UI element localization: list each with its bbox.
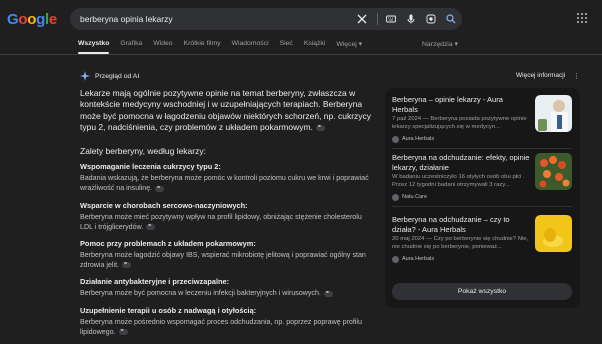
logo-letter: g: [36, 11, 45, 28]
link-icon[interactable]: [146, 221, 156, 231]
search-input[interactable]: berberyna opinia lekarzy: [80, 14, 353, 24]
source-thumbnail[interactable]: [535, 95, 572, 132]
ai-overview-content: Lekarze mają ogólnie pozytywne opinie na…: [80, 88, 375, 344]
google-logo[interactable]: Google: [7, 11, 57, 28]
item-body: Badania wskazują, że berberyna może pomó…: [80, 174, 369, 193]
item-title: Działanie antybakteryjne i przeciwzapaln…: [80, 277, 230, 287]
microphone-icon[interactable]: [402, 10, 420, 28]
ai-overview-header: Przegląd od AI: [80, 71, 139, 81]
ai-intro: Lekarze mają ogólnie pozytywne opinie na…: [80, 88, 375, 133]
search-icon[interactable]: [442, 10, 460, 28]
item-title: Wsparcie w chorobach sercowo-naczyniowyc…: [80, 200, 248, 210]
ai-overview-title: Przegląd od AI: [95, 72, 140, 80]
source-site: Aura Herbals: [392, 135, 572, 143]
more-info-link[interactable]: Więcej informacji: [516, 72, 565, 79]
header-divider: [0, 54, 602, 55]
site-favicon: [392, 255, 399, 263]
source-title[interactable]: Berberyna – opinie lekarzy - Aura Herbal…: [392, 95, 530, 114]
item-text: Berberyna może pośrednio wspomagać proce…: [80, 317, 375, 337]
item-title: Uzupełnienie terapii u osób z nadwagą i …: [80, 305, 257, 315]
logo-letter: o: [27, 11, 37, 28]
list-item: Wsparcie w chorobach sercowo-naczyniowyc…: [80, 201, 375, 232]
tab-videos[interactable]: Wideo: [153, 40, 172, 54]
tab-all[interactable]: Wszystko: [78, 40, 110, 54]
card-divider: [392, 148, 572, 149]
lens-icon[interactable]: [422, 10, 440, 28]
keyboard-icon[interactable]: [382, 10, 400, 28]
list-item: Wspomaganie leczenia cukrzycy typu 2: Ba…: [80, 162, 375, 193]
site-favicon: [392, 193, 399, 201]
source-site: Natu.Care: [392, 193, 572, 201]
source-thumbnail[interactable]: [535, 153, 572, 190]
item-text: Berberyna może łagodzić objawy IBS, wspi…: [80, 250, 375, 270]
tab-short-videos[interactable]: Krótkie filmy: [184, 40, 221, 54]
item-body: Berberyna może być pomocna w leczeniu in…: [80, 289, 321, 298]
source-snippet: 20 maj 2024 — Czy po berberynie się chud…: [392, 236, 529, 250]
item-body: Berberyna może mieć pozytywny wpływ na p…: [80, 212, 362, 231]
link-icon[interactable]: [323, 288, 333, 298]
more-options-icon[interactable]: ⋮: [573, 72, 580, 80]
clear-icon[interactable]: [353, 10, 371, 28]
source-card[interactable]: Berberyna – opinie lekarzy - Aura Herbal…: [392, 95, 572, 149]
list-item: Pomoc przy problemach z układem pokarmow…: [80, 239, 375, 270]
show-all-button[interactable]: Pokaż wszystko: [392, 283, 572, 300]
item-text: Berberyna może mieć pozytywny wpływ na p…: [80, 212, 375, 232]
link-icon[interactable]: [315, 122, 325, 133]
sparkle-icon: [80, 71, 90, 81]
item-title: Wspomaganie leczenia cukrzycy typu 2:: [80, 162, 221, 172]
tools-menu[interactable]: Narzędzia ▾: [422, 40, 458, 48]
apps-grid-icon[interactable]: [576, 12, 588, 24]
source-snippet: 7 paź 2024 — Berberyna posiada pozytywne…: [392, 116, 527, 130]
source-card[interactable]: Berberyna na odchudzanie: efekty, opinie…: [392, 153, 572, 207]
source-site: Aura Herbals: [392, 255, 572, 263]
link-icon[interactable]: [122, 259, 132, 270]
site-name: Aura Herbals: [402, 136, 435, 143]
card-divider: [392, 206, 572, 207]
logo-letter: o: [18, 11, 28, 28]
search-tabs: Wszystko Grafika Wideo Krótkie filmy Wia…: [78, 40, 373, 54]
tab-news[interactable]: Wiadomości: [232, 40, 269, 54]
site-name: Natu.Care: [402, 194, 428, 201]
list-item: Uzupełnienie terapii u osób z nadwagą i …: [80, 306, 375, 337]
source-snippet: W badaniu uczestniczyło 16 otyłych osób …: [392, 174, 525, 188]
source-thumbnail[interactable]: [535, 215, 572, 252]
list-item: Działanie antybakteryjne i przeciwzapaln…: [80, 277, 375, 298]
search-box[interactable]: berberyna opinia lekarzy: [70, 8, 462, 30]
site-favicon: [392, 135, 399, 143]
source-card[interactable]: Berberyna na odchudzanie – czy to działa…: [392, 215, 572, 263]
link-icon[interactable]: [155, 183, 165, 193]
item-title: Pomoc przy problemach z układem pokarmow…: [80, 239, 256, 248]
link-icon[interactable]: [118, 326, 128, 336]
sources-panel: Berberyna – opinie lekarzy - Aura Herbal…: [385, 88, 580, 308]
logo-letter: e: [48, 11, 57, 28]
source-title[interactable]: Berberyna na odchudzanie: efekty, opinie…: [392, 153, 530, 172]
tab-web[interactable]: Sieć: [280, 40, 293, 54]
site-name: Aura Herbals: [402, 256, 435, 263]
item-text: Badania wskazują, że berberyna może pomó…: [80, 173, 375, 193]
search-divider: [377, 13, 378, 25]
tab-more[interactable]: Więcej ▾: [336, 40, 362, 54]
source-title[interactable]: Berberyna na odchudzanie – czy to działa…: [392, 215, 530, 234]
tab-books[interactable]: Książki: [304, 40, 326, 54]
logo-letter: G: [7, 11, 19, 28]
ai-intro-text: Lekarze mają ogólnie pozytywne opinie na…: [80, 88, 372, 132]
tab-images[interactable]: Grafika: [120, 40, 142, 54]
pros-heading: Zalety berberyny, według lekarzy:: [80, 146, 206, 157]
item-text: Berberyna może być pomocna w leczeniu in…: [80, 288, 375, 298]
